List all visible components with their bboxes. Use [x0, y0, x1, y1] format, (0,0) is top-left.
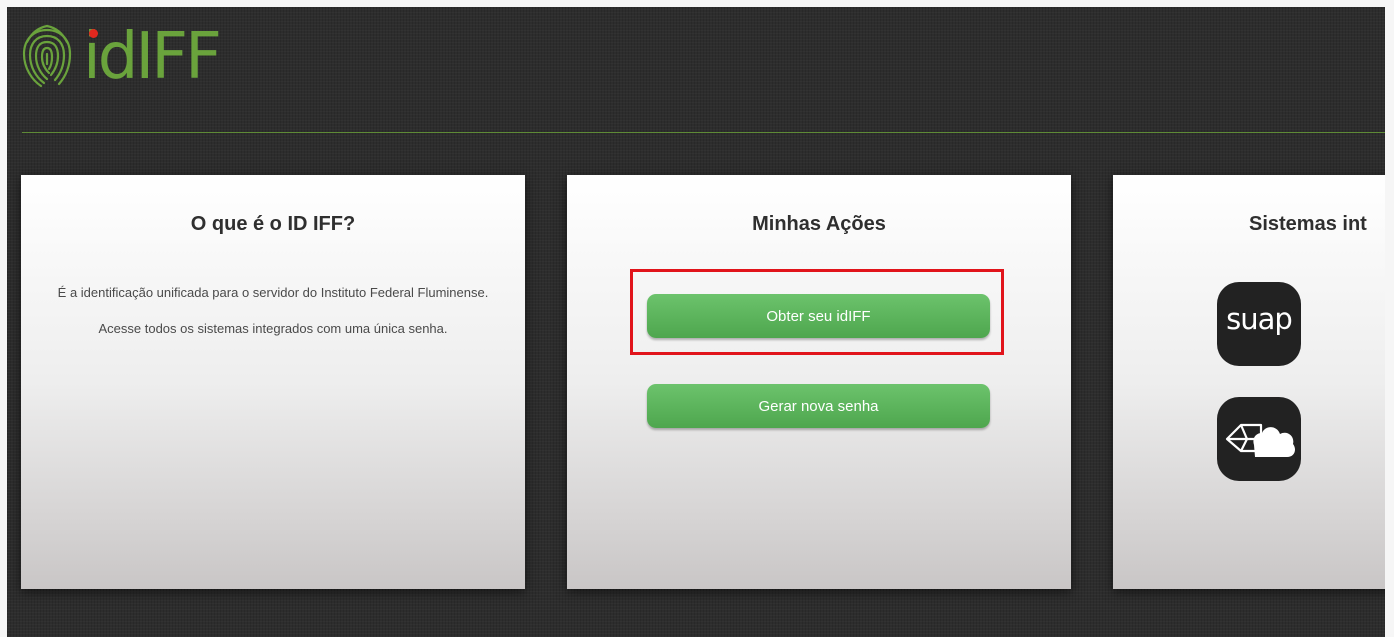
about-description: É a identificação unificada para o servi… — [57, 285, 489, 300]
suap-label: suap — [1226, 302, 1293, 336]
systems-card-title: Sistemas int — [1249, 213, 1367, 235]
logo-wordmark: idIFF — [83, 25, 222, 89]
about-card-text: É a identificação unificada para o servi… — [51, 277, 495, 345]
actions-card-title: Minhas Ações — [752, 213, 886, 235]
idiff-logo[interactable]: idIFF — [19, 17, 222, 97]
obter-idiff-button[interactable]: Obter seu idIFF — [647, 294, 990, 338]
fingerprint-icon — [22, 24, 72, 88]
cloud-box-graphic — [1225, 423, 1295, 457]
cloud-box-icon[interactable] — [1217, 397, 1301, 481]
gerar-nova-senha-button[interactable]: Gerar nova senha — [647, 384, 990, 428]
header-divider — [22, 132, 1385, 133]
page-background: idIFF O que é o ID IFF? É a identificaçã… — [7, 7, 1385, 637]
about-access-note: Acesse todos os sistemas integrados com … — [98, 321, 448, 336]
suap-logo-icon[interactable]: suap — [1217, 282, 1301, 366]
about-card: O que é o ID IFF? É a identificação unif… — [21, 175, 525, 589]
about-card-title: O que é o ID IFF? — [190, 213, 356, 235]
systems-card: Sistemas int suap — [1113, 175, 1385, 589]
logo-text: idIFF — [83, 20, 222, 94]
logo-red-dot — [89, 29, 98, 38]
actions-card: Minhas Ações Obter seu idIFF Gerar nova … — [567, 175, 1071, 589]
